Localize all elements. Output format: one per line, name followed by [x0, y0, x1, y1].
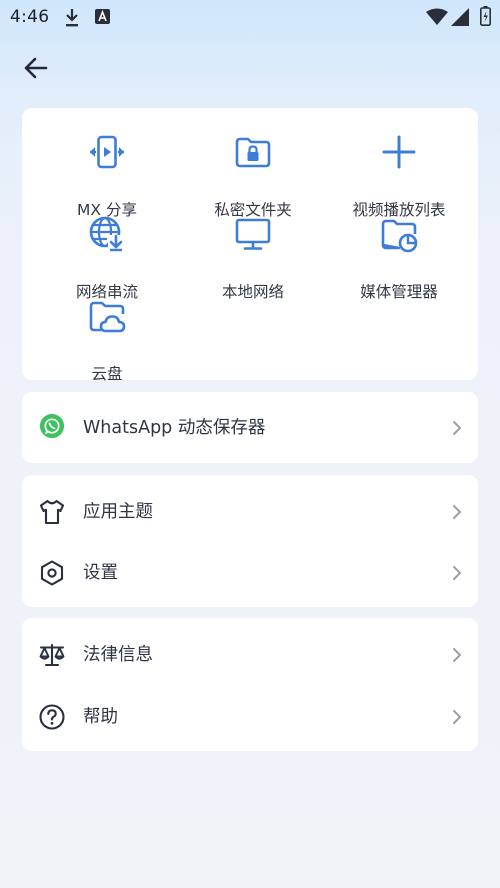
help-icon — [39, 704, 65, 730]
whatsapp-saver-row[interactable]: WhatsApp 动态保存器 — [22, 397, 478, 457]
whatsapp-icon — [39, 413, 65, 439]
chevron-right-icon — [453, 710, 461, 724]
text-a-icon — [95, 9, 110, 24]
wifi-icon — [426, 8, 448, 25]
download-icon — [66, 9, 78, 27]
status-bar: 4:46 — [0, 0, 500, 36]
monitor-icon — [235, 218, 271, 250]
chevron-right-icon — [453, 566, 461, 580]
preferences-card: 应用主题 设置 — [22, 475, 478, 607]
chevron-right-icon — [453, 505, 461, 519]
battery-charging-icon — [480, 6, 491, 26]
status-time: 4:46 — [10, 7, 50, 27]
tile-media-manager-label: 媒体管理器 — [360, 283, 438, 301]
mx-share-icon — [90, 135, 124, 169]
tile-mx-share[interactable]: MX 分享 — [31, 132, 183, 219]
app-theme-row[interactable]: 应用主题 — [22, 481, 478, 541]
whatsapp-saver-label: WhatsApp 动态保存器 — [83, 418, 266, 438]
settings-label: 设置 — [83, 563, 118, 583]
signal-icon — [451, 8, 469, 26]
feature-grid-card: MX 分享 私密文件夹 视频播放列表 网络串流 本地网络 媒体管理器 云盘 — [22, 108, 478, 383]
info-card: 法律信息 帮助 — [22, 618, 478, 751]
tile-cloud-drive[interactable]: 云盘 — [31, 296, 183, 383]
legal-info-label: 法律信息 — [83, 645, 153, 665]
chevron-right-icon — [453, 648, 461, 662]
tile-network-stream[interactable]: 网络串流 — [31, 214, 183, 301]
tile-video-playlist[interactable]: 视频播放列表 — [323, 132, 475, 219]
tile-cloud-drive-label: 云盘 — [91, 365, 123, 383]
cloud-folder-icon — [89, 301, 126, 333]
chevron-right-icon — [453, 421, 461, 435]
scale-icon — [39, 643, 65, 667]
whatsapp-card: WhatsApp 动态保存器 — [22, 392, 478, 463]
help-row[interactable]: 帮助 — [22, 686, 478, 746]
app-theme-label: 应用主题 — [83, 502, 153, 522]
back-arrow-icon[interactable] — [20, 52, 52, 84]
tshirt-icon — [39, 499, 65, 525]
help-label: 帮助 — [83, 707, 118, 727]
private-folder-icon — [235, 137, 271, 168]
legal-info-row[interactable]: 法律信息 — [22, 624, 478, 684]
media-manager-icon — [381, 219, 418, 253]
hex-settings-icon — [40, 560, 64, 586]
plus-icon — [382, 135, 416, 169]
network-stream-icon — [89, 216, 124, 252]
tile-media-manager[interactable]: 媒体管理器 — [323, 214, 475, 301]
tile-local-network[interactable]: 本地网络 — [177, 214, 329, 301]
settings-row[interactable]: 设置 — [22, 542, 478, 602]
tile-local-network-label: 本地网络 — [221, 283, 284, 301]
tile-private-folder[interactable]: 私密文件夹 — [177, 132, 329, 219]
